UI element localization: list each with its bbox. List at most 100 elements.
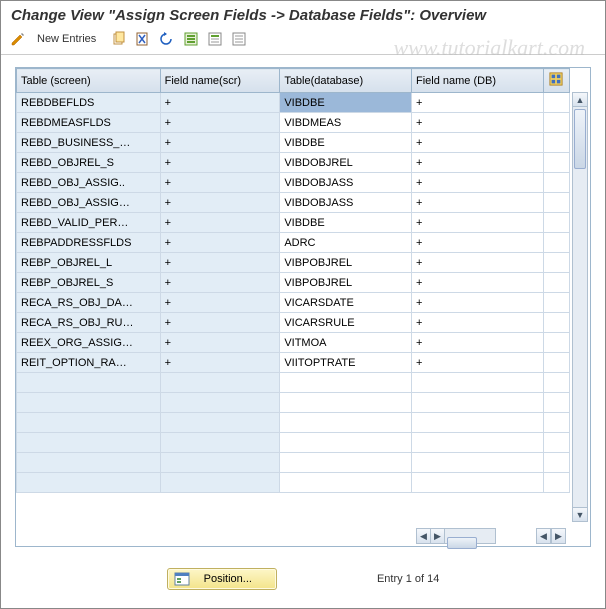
- cell-c4[interactable]: +: [411, 93, 543, 113]
- table-row-empty[interactable]: [17, 453, 570, 473]
- cell-c3[interactable]: VIBDBE: [280, 213, 412, 233]
- cell-c2[interactable]: +: [160, 253, 280, 273]
- cell-c1[interactable]: REBD_OBJ_ASSIG..: [17, 173, 161, 193]
- cell-empty[interactable]: [411, 373, 543, 393]
- cell-c1[interactable]: REBPADDRESSFLDS: [17, 233, 161, 253]
- cell-empty[interactable]: [17, 473, 161, 493]
- copy-as-icon[interactable]: [110, 30, 128, 48]
- select-block-icon[interactable]: [206, 30, 224, 48]
- cell-empty[interactable]: [280, 393, 412, 413]
- cell-empty[interactable]: [411, 453, 543, 473]
- cell-empty[interactable]: [543, 473, 569, 493]
- cell-c3[interactable]: VIBDOBJREL: [280, 153, 412, 173]
- cell-c2[interactable]: +: [160, 193, 280, 213]
- cell-c2[interactable]: +: [160, 213, 280, 233]
- table-row-empty[interactable]: [17, 433, 570, 453]
- cell-c1[interactable]: REBD_OBJREL_S: [17, 153, 161, 173]
- table-row[interactable]: REBD_OBJREL_S+VIBDOBJREL+: [17, 153, 570, 173]
- cell-empty[interactable]: [160, 453, 280, 473]
- cell-c3[interactable]: VITMOA: [280, 333, 412, 353]
- table-row[interactable]: REBD_BUSINESS_…+VIBDBE+: [17, 133, 570, 153]
- cell-empty[interactable]: [411, 433, 543, 453]
- cell-c3[interactable]: VIBPOBJREL: [280, 253, 412, 273]
- cell-c1[interactable]: REBD_OBJ_ASSIG…: [17, 193, 161, 213]
- cell-c2[interactable]: +: [160, 93, 280, 113]
- cell-c1[interactable]: REBDMEASFLDS: [17, 113, 161, 133]
- cell-empty[interactable]: [17, 373, 161, 393]
- cell-c1[interactable]: REBP_OBJREL_L: [17, 253, 161, 273]
- cell-c1[interactable]: RECA_RS_OBJ_RU…: [17, 313, 161, 333]
- hscroll-right-icon[interactable]: ▶: [431, 529, 445, 543]
- cell-empty[interactable]: [160, 433, 280, 453]
- deselect-all-icon[interactable]: [230, 30, 248, 48]
- cell-c2[interactable]: +: [160, 233, 280, 253]
- table-row[interactable]: RECA_RS_OBJ_DA…+VICARSDATE+: [17, 293, 570, 313]
- cell-c3[interactable]: VIITOPTRATE: [280, 353, 412, 373]
- cell-empty[interactable]: [160, 473, 280, 493]
- table-row[interactable]: REBP_OBJREL_S+VIBPOBJREL+: [17, 273, 570, 293]
- hscroll-left2-icon[interactable]: ◀: [537, 529, 551, 543]
- table-row-empty[interactable]: [17, 473, 570, 493]
- cell-empty[interactable]: [280, 413, 412, 433]
- toggle-display-change-icon[interactable]: [9, 30, 27, 48]
- cell-empty[interactable]: [543, 413, 569, 433]
- cell-empty[interactable]: [160, 373, 280, 393]
- hscroll-thumb[interactable]: [447, 537, 477, 549]
- table-row[interactable]: REBP_OBJREL_L+VIBPOBJREL+: [17, 253, 570, 273]
- cell-c2[interactable]: +: [160, 173, 280, 193]
- cell-empty[interactable]: [280, 473, 412, 493]
- cell-c1[interactable]: REEX_ORG_ASSIG…: [17, 333, 161, 353]
- hscroll-left-icon[interactable]: ◀: [417, 529, 431, 543]
- table-row[interactable]: REBD_OBJ_ASSIG…+VIBDOBJASS+: [17, 193, 570, 213]
- cell-c3[interactable]: VICARSDATE: [280, 293, 412, 313]
- select-all-icon[interactable]: [182, 30, 200, 48]
- cell-c4[interactable]: +: [411, 133, 543, 153]
- cell-c4[interactable]: +: [411, 113, 543, 133]
- cell-c4[interactable]: +: [411, 353, 543, 373]
- cell-c3[interactable]: ADRC: [280, 233, 412, 253]
- cell-c2[interactable]: +: [160, 353, 280, 373]
- table-row[interactable]: REBD_OBJ_ASSIG..+VIBDOBJASS+: [17, 173, 570, 193]
- cell-c3[interactable]: VIBDOBJASS: [280, 173, 412, 193]
- cell-empty[interactable]: [411, 393, 543, 413]
- cell-empty[interactable]: [280, 453, 412, 473]
- cell-c4[interactable]: +: [411, 313, 543, 333]
- cell-empty[interactable]: [280, 433, 412, 453]
- position-button[interactable]: Position...: [167, 568, 277, 590]
- cell-empty[interactable]: [17, 393, 161, 413]
- cell-c3[interactable]: VIBPOBJREL: [280, 273, 412, 293]
- cell-c2[interactable]: +: [160, 113, 280, 133]
- cell-c2[interactable]: +: [160, 133, 280, 153]
- cell-empty[interactable]: [17, 433, 161, 453]
- cell-c3[interactable]: VIBDOBJASS: [280, 193, 412, 213]
- table-row[interactable]: REBPADDRESSFLDS+ADRC+: [17, 233, 570, 253]
- cell-c3[interactable]: VIBDBE: [280, 93, 412, 113]
- col-config-icon[interactable]: [543, 69, 569, 93]
- cell-empty[interactable]: [280, 373, 412, 393]
- col-table-screen[interactable]: Table (screen): [17, 69, 161, 93]
- cell-c2[interactable]: +: [160, 273, 280, 293]
- cell-c4[interactable]: +: [411, 253, 543, 273]
- scroll-up-icon[interactable]: ▲: [573, 93, 587, 107]
- cell-c3[interactable]: VICARSRULE: [280, 313, 412, 333]
- table-row[interactable]: REBDBEFLDS+VIBDBE+: [17, 93, 570, 113]
- cell-c4[interactable]: +: [411, 213, 543, 233]
- hscroll-inner[interactable]: ◀ ▶: [416, 528, 496, 544]
- hscroll-outer[interactable]: ◀ ▶: [536, 528, 566, 544]
- cell-empty[interactable]: [17, 413, 161, 433]
- vertical-scrollbar[interactable]: ▲ ▼: [572, 92, 588, 522]
- undo-icon[interactable]: [158, 30, 176, 48]
- table-row[interactable]: RECA_RS_OBJ_RU…+VICARSRULE+: [17, 313, 570, 333]
- table-row[interactable]: REIT_OPTION_RA…+VIITOPTRATE+: [17, 353, 570, 373]
- table-row[interactable]: REBD_VALID_PER…+VIBDBE+: [17, 213, 570, 233]
- cell-c2[interactable]: +: [160, 333, 280, 353]
- cell-c4[interactable]: +: [411, 273, 543, 293]
- scroll-down-icon[interactable]: ▼: [573, 507, 587, 521]
- table-row-empty[interactable]: [17, 413, 570, 433]
- cell-c1[interactable]: REBD_BUSINESS_…: [17, 133, 161, 153]
- cell-c2[interactable]: +: [160, 293, 280, 313]
- hscroll-right2-icon[interactable]: ▶: [551, 529, 565, 543]
- scroll-thumb[interactable]: [574, 109, 586, 169]
- cell-c3[interactable]: VIBDMEAS: [280, 113, 412, 133]
- table-row[interactable]: REBDMEASFLDS+VIBDMEAS+: [17, 113, 570, 133]
